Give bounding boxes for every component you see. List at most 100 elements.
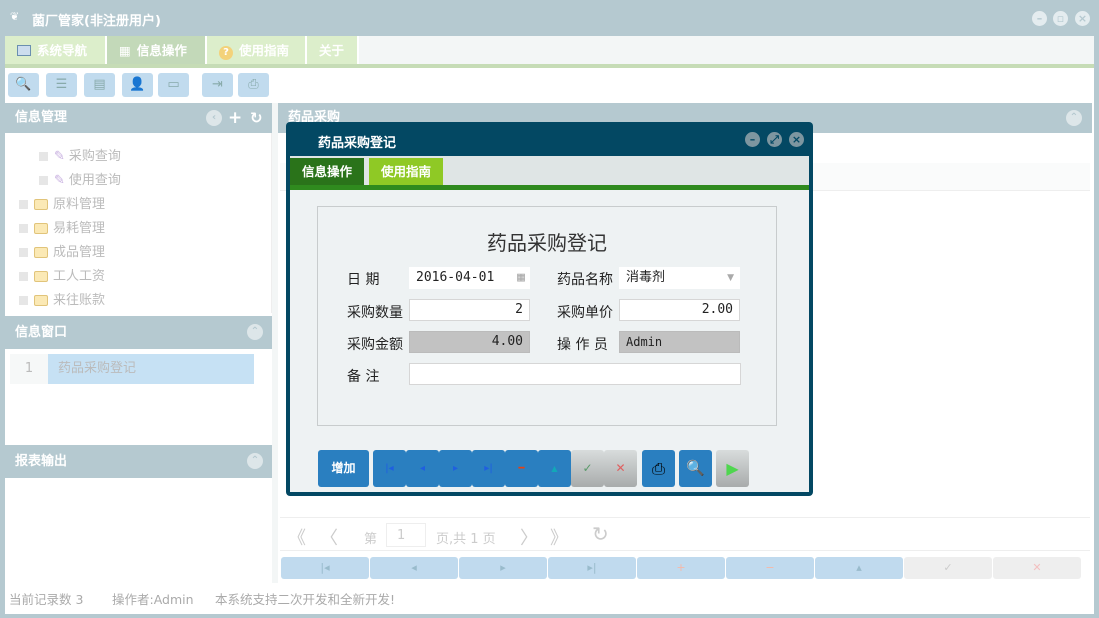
menu-tab-label: 使用指南: [239, 43, 289, 58]
toolbar-search-button[interactable]: 🔍: [8, 73, 39, 97]
unit-price-field[interactable]: 2.00: [619, 299, 740, 321]
amount-label: 采购金额: [347, 334, 403, 354]
remark-field[interactable]: [409, 363, 741, 385]
status-message: 本系统支持二次开发和全新开发!: [215, 589, 395, 608]
toolbar-export-button[interactable]: ⇥: [202, 73, 233, 97]
last-page-button[interactable]: 》: [550, 524, 568, 550]
tree-item[interactable]: 来往账款: [19, 289, 105, 308]
add-button[interactable]: 增加: [318, 450, 369, 487]
quantity-label: 采购数量: [347, 302, 403, 322]
prev-page-button[interactable]: 〈: [320, 524, 338, 550]
dialog-minimize-button[interactable]: –: [745, 132, 760, 147]
tree-item[interactable]: 成品管理: [19, 241, 105, 260]
splitter[interactable]: [272, 103, 278, 583]
first-record-button[interactable]: |◂: [373, 450, 406, 487]
collapse-icon[interactable]: ⌃: [247, 453, 263, 469]
tree-item[interactable]: ✎使用查询: [39, 169, 121, 188]
refresh-button[interactable]: ↻: [592, 522, 609, 546]
help-icon: ?: [219, 46, 233, 60]
info-window-header: 信息窗口 ⌃: [5, 316, 272, 349]
confirm-button[interactable]: ✓: [571, 450, 604, 487]
menu-tab-label: 关于: [319, 43, 344, 58]
operator-field: Admin: [619, 331, 740, 353]
first-page-button[interactable]: 《: [288, 524, 306, 550]
pager: 《 〈 第 1 页,共 1 页 〉 》 ↻: [280, 517, 1090, 551]
record-count: 当前记录数 3: [9, 589, 83, 608]
menu-divider: [5, 64, 1094, 68]
collapse-left-icon[interactable]: ‹: [206, 110, 222, 126]
grid-up-button[interactable]: ▴: [815, 557, 903, 579]
tree-item[interactable]: 易耗管理: [19, 217, 105, 236]
toolbar-user-button[interactable]: 👤: [122, 73, 153, 97]
grid-cancel-button[interactable]: ✕: [993, 557, 1081, 579]
panel-title: 信息管理: [15, 110, 67, 125]
grid-confirm-button[interactable]: ✓: [904, 557, 992, 579]
unit-price-label: 采购单价: [557, 302, 613, 322]
dialog-tab-info[interactable]: 信息操作: [290, 158, 364, 186]
menu-bar: 系统导航 ▦信息操作 ? 使用指南 关于: [5, 36, 1094, 66]
drug-name-select[interactable]: 消毒剂▼: [619, 267, 740, 289]
menu-tab-info[interactable]: ▦信息操作: [107, 36, 207, 66]
preview-icon[interactable]: 🔍: [679, 450, 712, 487]
grid-add-button[interactable]: +: [637, 557, 725, 579]
print-icon[interactable]: ⎙: [642, 450, 675, 487]
panel-title: 信息窗口: [15, 325, 67, 340]
tree-item[interactable]: 原料管理: [19, 193, 105, 212]
up-button[interactable]: ▲: [538, 450, 571, 487]
menu-tab-nav[interactable]: 系统导航: [5, 36, 107, 66]
date-label: 日 期: [347, 269, 379, 289]
add-icon[interactable]: +: [228, 103, 242, 133]
menu-tab-label: 系统导航: [37, 43, 87, 58]
last-record-button[interactable]: ▸|: [472, 450, 505, 487]
toolbar-screen-button[interactable]: ▭: [158, 73, 189, 97]
info-management-header: 信息管理 ‹ + ↻: [5, 103, 272, 133]
tree-item[interactable]: ✎采购查询: [39, 145, 121, 164]
remark-label: 备 注: [347, 366, 379, 386]
grid-last-button[interactable]: ▸|: [548, 557, 636, 579]
next-page-button[interactable]: 〉: [520, 524, 538, 550]
dialog-close-button[interactable]: ×: [789, 132, 804, 147]
calendar-icon[interactable]: ▦: [517, 268, 525, 288]
next-record-button[interactable]: ▸: [439, 450, 472, 487]
menu-tab-guide[interactable]: ? 使用指南: [207, 36, 307, 66]
tab-divider: [290, 185, 809, 190]
dialog-title: 药品采购登记: [318, 132, 396, 151]
restore-button[interactable]: ▫: [1053, 11, 1068, 26]
play-icon[interactable]: ▶: [716, 450, 749, 487]
grid-first-button[interactable]: |◂: [281, 557, 369, 579]
tree-item[interactable]: 工人工资: [19, 265, 105, 284]
toolbar-list-button[interactable]: ☰: [46, 73, 77, 97]
collapse-icon[interactable]: ⌃: [247, 324, 263, 340]
drug-name-label: 药品名称: [557, 269, 613, 289]
monitor-icon: [17, 45, 31, 56]
dialog-body: 信息操作 使用指南 药品采购登记 日 期 2016-04-01▦ 药品名称 消毒…: [290, 156, 809, 492]
chevron-down-icon: ▼: [727, 268, 734, 288]
info-window-row[interactable]: 药品采购登记: [48, 354, 254, 384]
grid-delete-button[interactable]: −: [726, 557, 814, 579]
minimize-button[interactable]: –: [1032, 11, 1047, 26]
menu-tab-about[interactable]: 关于: [307, 36, 359, 66]
dialog-tab-guide[interactable]: 使用指南: [369, 158, 443, 186]
close-button[interactable]: ×: [1075, 11, 1090, 26]
prev-record-button[interactable]: ◂: [406, 450, 439, 487]
refresh-icon[interactable]: ↻: [250, 103, 263, 133]
form-heading: 药品采购登记: [318, 227, 776, 256]
window-title: 菌厂管家(非注册用户): [32, 10, 161, 29]
delete-button[interactable]: ━: [505, 450, 538, 487]
info-tree: ✎采购查询 ✎使用查询 原料管理 易耗管理 成品管理 工人工资 来往账款: [5, 133, 272, 313]
toolbar-print-button[interactable]: ⎙: [238, 73, 269, 97]
operator-label: 操 作 员: [557, 334, 608, 354]
grid-next-button[interactable]: ▸: [459, 557, 547, 579]
title-bar: ❦ 菌厂管家(非注册用户) – ▫ ×: [0, 0, 1099, 36]
purchase-dialog: 药品采购登记 – ⤢ × 信息操作 使用指南 药品采购登记 日 期 2016-0…: [286, 122, 813, 496]
dialog-maximize-button[interactable]: ⤢: [767, 132, 782, 147]
quantity-field[interactable]: 2: [409, 299, 530, 321]
date-field[interactable]: 2016-04-01▦: [409, 267, 530, 289]
panel-title: 报表输出: [15, 454, 67, 469]
page-input[interactable]: 1: [386, 523, 426, 547]
toolbar-document-button[interactable]: ▤: [84, 73, 115, 97]
grid-prev-button[interactable]: ◂: [370, 557, 458, 579]
collapse-icon[interactable]: ⌃: [1066, 110, 1082, 126]
cancel-button[interactable]: ✕: [604, 450, 637, 487]
operator-status: 操作者:Admin: [112, 589, 194, 608]
